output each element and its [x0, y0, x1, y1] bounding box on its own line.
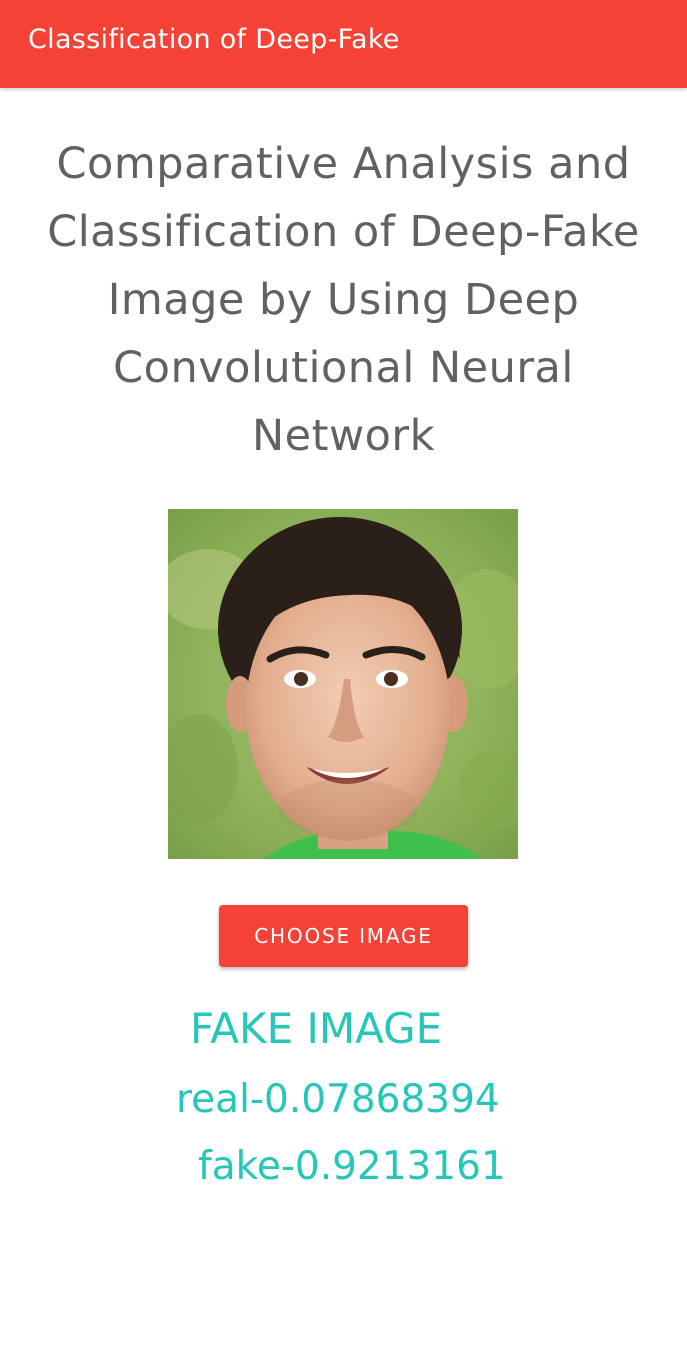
- fake-score: fake-0.9213161: [198, 1144, 506, 1189]
- heading-line: Classification of Deep-Fake: [47, 207, 640, 257]
- heading-line: Convolutional Neural: [113, 343, 574, 393]
- page-heading: Comparative Analysis and Classification …: [20, 130, 667, 470]
- app-bar-title: Classification of Deep-Fake: [28, 24, 400, 55]
- heading-line: Comparative Analysis and: [56, 139, 631, 189]
- heading-line: Image by Using Deep: [107, 275, 580, 325]
- preview-image: [168, 509, 518, 859]
- face-photo-icon: [168, 509, 518, 859]
- heading-line: Network: [251, 411, 436, 461]
- app-bar: Classification of Deep-Fake: [0, 0, 687, 88]
- choose-image-button[interactable]: CHOOSE IMAGE: [219, 905, 468, 967]
- result-verdict: FAKE IMAGE: [190, 1004, 443, 1053]
- real-score: real-0.07868394: [176, 1077, 500, 1122]
